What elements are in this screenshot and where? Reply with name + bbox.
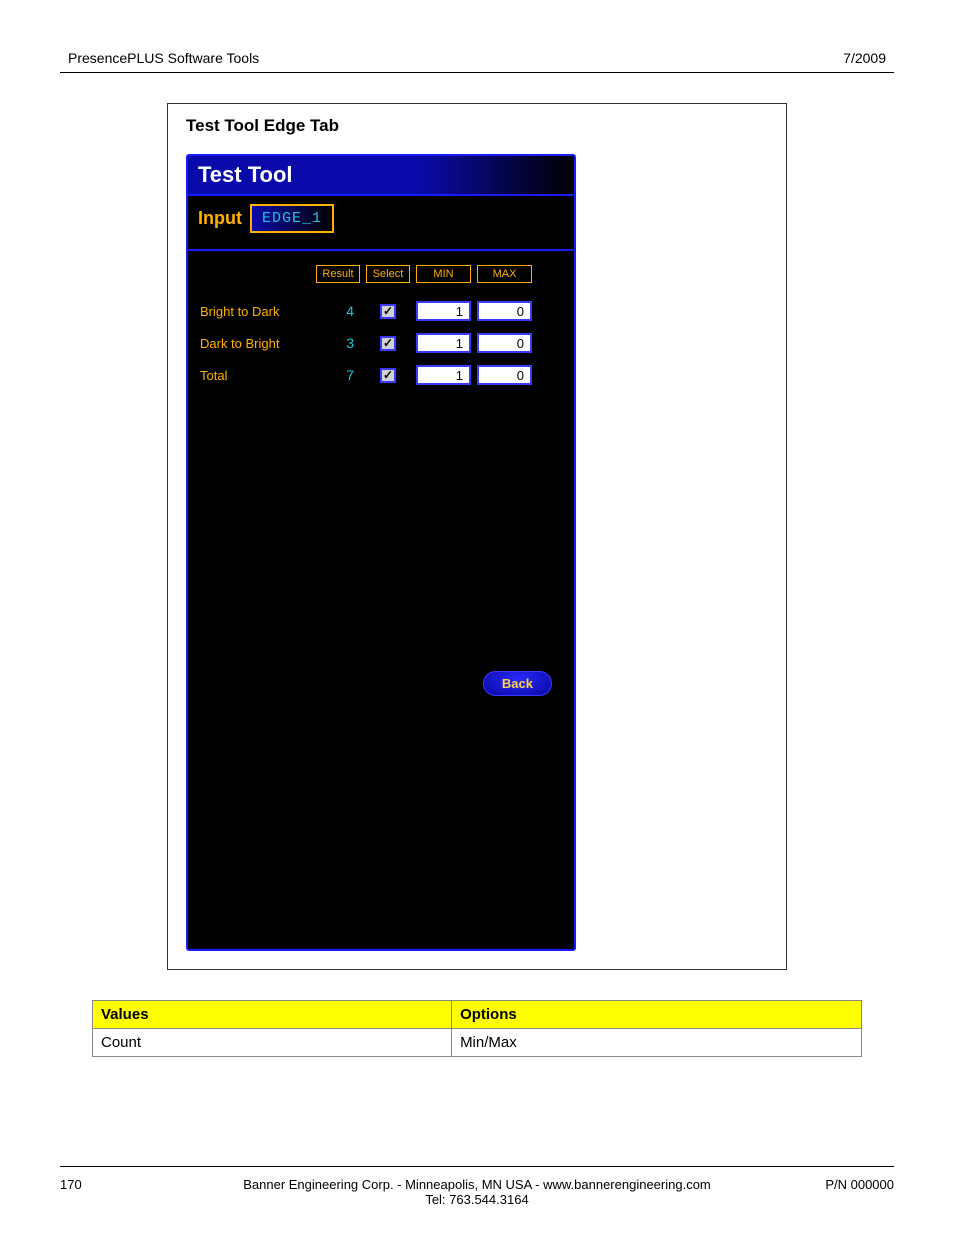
row-total: Total 7 1 0 (200, 365, 562, 385)
panel-title: Test Tool Edge Tab (186, 116, 768, 136)
row-label: Total (200, 368, 310, 383)
page-header: PresencePLUS Software Tools 7/2009 (60, 50, 894, 73)
select-checkbox[interactable] (380, 336, 396, 351)
header-select: Select (366, 265, 410, 283)
page-footer: 170 Banner Engineering Corp. - Minneapol… (60, 1166, 894, 1207)
row-label: Dark to Bright (200, 336, 310, 351)
row-label: Bright to Dark (200, 304, 310, 319)
min-input[interactable]: 1 (416, 333, 471, 353)
row-result: 4 (316, 303, 360, 319)
header-left: PresencePLUS Software Tools (68, 50, 259, 66)
tool-titlebar: Test Tool (188, 156, 574, 196)
page-number: 170 (60, 1177, 180, 1207)
footer-company: Banner Engineering Corp. - Minneapolis, … (243, 1177, 711, 1192)
max-input[interactable]: 0 (477, 333, 532, 353)
max-input[interactable]: 0 (477, 365, 532, 385)
values-header: Values (93, 1001, 452, 1029)
min-input[interactable]: 1 (416, 301, 471, 321)
values-cell: Count (93, 1029, 452, 1057)
row-bright-to-dark: Bright to Dark 4 1 0 (200, 301, 562, 321)
select-checkbox[interactable] (380, 368, 396, 383)
row-dark-to-bright: Dark to Bright 3 1 0 (200, 333, 562, 353)
header-spacer (200, 265, 310, 283)
input-row: Input EDGE_1 (188, 196, 574, 249)
footer-pn: P/N 000000 (774, 1177, 894, 1207)
row-result: 3 (316, 335, 360, 351)
footer-center: Banner Engineering Corp. - Minneapolis, … (180, 1177, 774, 1207)
header-right: 7/2009 (843, 50, 886, 66)
test-tool-frame: Test Tool Input EDGE_1 Result Select MIN… (186, 154, 576, 951)
back-button[interactable]: Back (483, 671, 552, 696)
header-result: Result (316, 265, 360, 283)
header-max: MAX (477, 265, 532, 283)
row-result: 7 (316, 367, 360, 383)
test-tool-panel: Test Tool Edge Tab Test Tool Input EDGE_… (167, 103, 787, 970)
select-checkbox[interactable] (380, 304, 396, 319)
values-options-table: Values Options Count Min/Max (92, 1000, 862, 1057)
input-value-box[interactable]: EDGE_1 (250, 204, 334, 233)
max-input[interactable]: 0 (477, 301, 532, 321)
min-input[interactable]: 1 (416, 365, 471, 385)
tool-body: Result Select MIN MAX Bright to Dark 4 1… (188, 249, 574, 949)
input-label: Input (198, 204, 242, 233)
column-headers: Result Select MIN MAX (200, 265, 562, 283)
footer-tel: Tel: 763.544.3164 (425, 1192, 528, 1207)
options-cell: Min/Max (452, 1029, 862, 1057)
options-header: Options (452, 1001, 862, 1029)
header-min: MIN (416, 265, 471, 283)
